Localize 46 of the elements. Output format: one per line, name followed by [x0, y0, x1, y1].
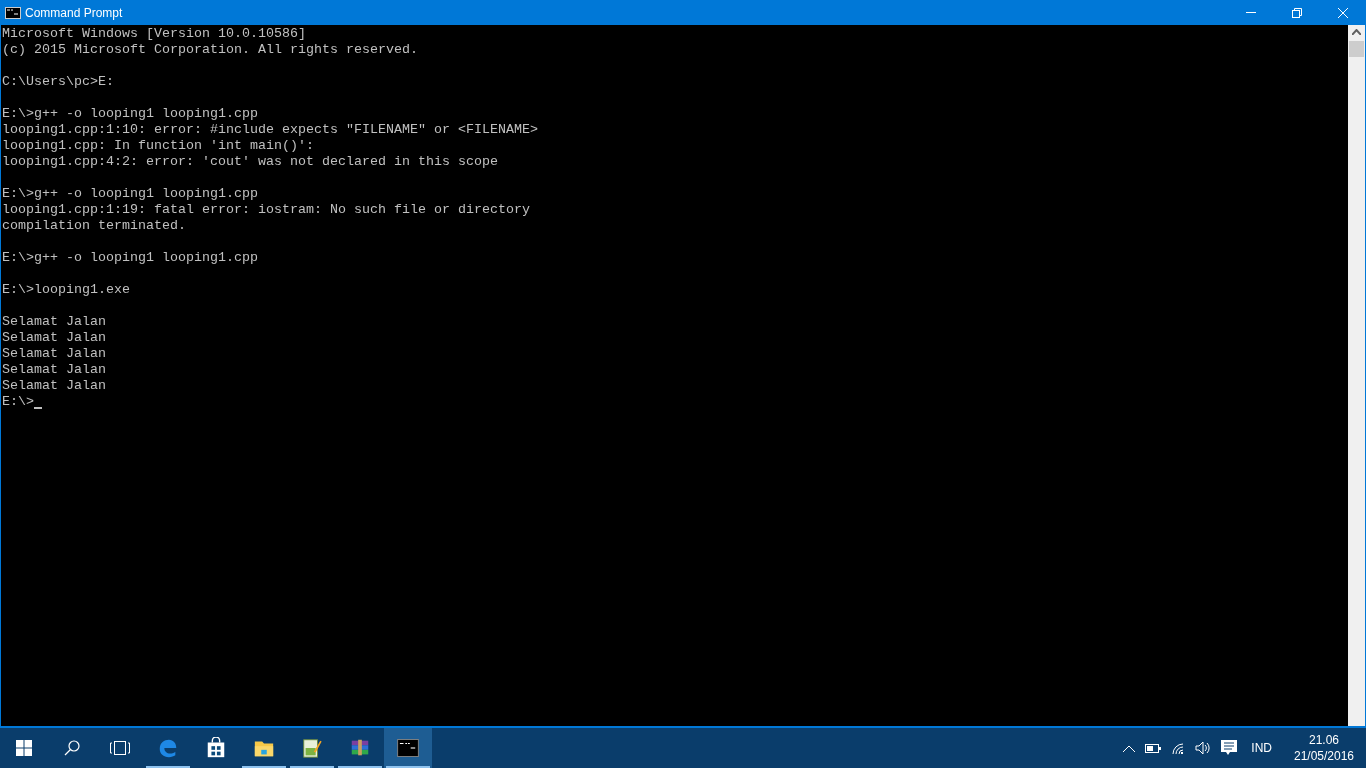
console-line: Microsoft Windows [Version 10.0.10586]	[2, 26, 306, 42]
window-title: Command Prompt	[25, 4, 123, 22]
shopping-bag-icon	[205, 737, 227, 759]
running-indicator	[386, 766, 430, 768]
console-line: looping1.cpp:1:19: fatal error: iostram: No such file or directory	[2, 202, 530, 218]
running-indicator	[242, 766, 286, 768]
console-line: (c) 2015 Microsoft Corporation. All rights reserved.	[2, 42, 418, 58]
console-line: looping1.cpp: In function 'int main()':	[2, 138, 314, 154]
battery-icon[interactable]	[1145, 743, 1162, 753]
scrollbar[interactable]	[1348, 25, 1365, 726]
chevron-up-icon[interactable]	[1123, 744, 1136, 752]
console-line: looping1.cpp:1:10: error: #include expects "FILENAME" or <FILENAME>	[2, 122, 538, 138]
console-line: E:\>g++ -o looping1 looping1.cpp	[2, 106, 258, 122]
clock[interactable]: 21.06 21/05/2016	[1288, 732, 1360, 764]
edge-icon	[157, 737, 179, 759]
console-line: E:\>g++ -o looping1 looping1.cpp	[2, 186, 258, 202]
wifi-icon[interactable]	[1171, 742, 1186, 754]
restore-icon	[1292, 7, 1302, 18]
taskbar-app-button[interactable]	[384, 728, 432, 768]
running-indicator	[146, 766, 190, 768]
running-indicator	[290, 766, 334, 768]
task-view-icon	[110, 741, 130, 755]
console-line: C:\Users\pc>E:	[2, 74, 114, 90]
console-line: compilation terminated.	[2, 218, 186, 234]
console-line: E:\>g++ -o looping1 looping1.cpp	[2, 250, 258, 266]
console-line: E:\>	[2, 394, 34, 410]
console-icon	[5, 6, 21, 19]
close-icon	[1338, 7, 1348, 18]
console-line: Selamat Jalan	[2, 314, 106, 330]
windows-logo-icon	[16, 740, 32, 756]
scroll-up-icon	[1352, 29, 1361, 35]
speaker-icon[interactable]	[1195, 741, 1212, 755]
console-icon	[397, 739, 419, 757]
console-line: Selamat Jalan	[2, 362, 106, 378]
console-line: Selamat Jalan	[2, 346, 106, 362]
minimize-icon	[1246, 12, 1256, 13]
running-indicator	[338, 766, 382, 768]
console-line: Selamat Jalan	[2, 330, 106, 346]
console-line: Selamat Jalan	[2, 378, 106, 394]
language-indicator[interactable]: IND	[1251, 739, 1272, 757]
search-icon	[64, 740, 80, 756]
notification-icon[interactable]	[1221, 740, 1238, 756]
console-line: looping1.cpp:4:2: error: 'cout' was not declared in this scope	[2, 154, 498, 170]
scroll-thumb[interactable]	[1349, 41, 1364, 57]
console-line: E:\>looping1.exe	[2, 282, 130, 298]
notepad-icon	[301, 737, 323, 759]
